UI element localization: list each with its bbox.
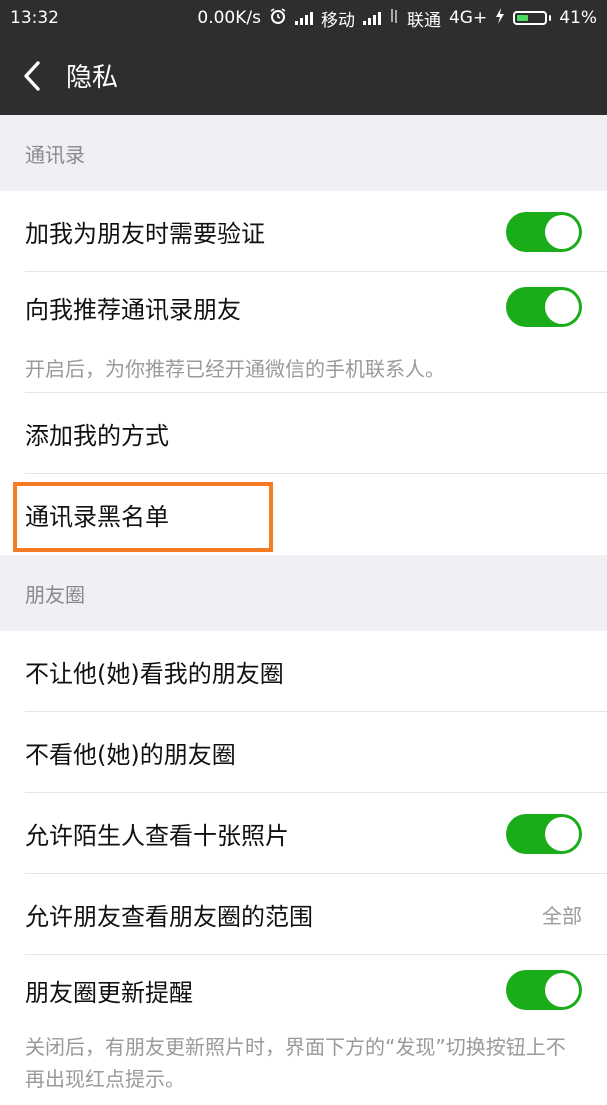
- data-transfer-icon: [389, 8, 399, 29]
- row-add-method[interactable]: 添加我的方式: [0, 393, 607, 474]
- row-hide-their-moments[interactable]: 不看他(她)的朋友圈: [0, 712, 607, 793]
- toggle-recommend-contacts[interactable]: [506, 287, 582, 327]
- alarm-icon: [269, 7, 287, 30]
- row-label: 允许朋友查看朋友圈的范围: [25, 903, 313, 931]
- network-type: 4G+: [448, 8, 488, 28]
- page-title: 隐私: [66, 63, 119, 93]
- app-bar: 隐私: [0, 36, 607, 115]
- carrier-2: 联通: [406, 10, 441, 31]
- row-value: 全部: [542, 904, 582, 928]
- battery-percent: 41%: [559, 8, 597, 28]
- status-bar: 13:32 0.00K/s 移动 联通 4G+ 41%: [0, 0, 607, 36]
- row-label: 通讯录黑名单: [25, 503, 169, 531]
- recommend-hint: 开启后，为你推荐已经开通微信的手机联系人。: [0, 342, 607, 393]
- row-stranger-ten-photos[interactable]: 允许陌生人查看十张照片: [0, 793, 607, 874]
- back-arrow-icon: [24, 60, 40, 91]
- network-speed: 0.00K/s: [197, 8, 261, 28]
- signal-icon: [362, 11, 381, 25]
- contacts-group: 加我为朋友时需要验证 向我推荐通讯录朋友 开启后，为你推荐已经开通微信的手机联系…: [0, 191, 607, 555]
- status-time: 13:32: [10, 8, 59, 28]
- hint-text: 开启后，为你推荐已经开通微信的手机联系人。: [25, 357, 445, 381]
- row-hide-my-moments[interactable]: 不让他(她)看我的朋友圈: [0, 631, 607, 712]
- moments-group: 不让他(她)看我的朋友圈 不看他(她)的朋友圈 允许陌生人查看十张照片 允许朋友…: [0, 631, 607, 1105]
- row-label: 不让他(她)看我的朋友圈: [25, 660, 284, 688]
- toggle-moments-update-reminder[interactable]: [506, 970, 582, 1010]
- battery-icon: [513, 11, 552, 25]
- section-label-contacts: 通讯录: [25, 142, 85, 167]
- toggle-verify-friend[interactable]: [506, 211, 582, 252]
- toggle-stranger-ten-photos[interactable]: [506, 813, 582, 854]
- row-label: 朋友圈更新提醒: [25, 978, 193, 1007]
- section-label-moments: 朋友圈: [25, 582, 85, 607]
- row-label: 向我推荐通讯录朋友: [25, 295, 241, 324]
- row-contacts-blacklist[interactable]: 通讯录黑名单: [0, 474, 607, 555]
- row-label: 不看他(她)的朋友圈: [25, 741, 236, 769]
- charging-icon: [495, 7, 505, 29]
- row-label: 加我为朋友时需要验证: [25, 220, 265, 248]
- status-right: 0.00K/s 移动 联通 4G+ 41%: [197, 6, 597, 31]
- carrier-1: 移动: [320, 10, 355, 31]
- row-label: 允许陌生人查看十张照片: [25, 822, 289, 850]
- back-button[interactable]: [0, 36, 64, 115]
- row-moments-range[interactable]: 允许朋友查看朋友圈的范围 全部: [0, 874, 607, 955]
- row-label: 添加我的方式: [25, 422, 169, 450]
- hint-text: 关闭后，有朋友更新照片时，界面下方的“发现”切换按钮上不再出现红点提示。: [25, 1035, 566, 1091]
- signal-icon: [294, 11, 313, 25]
- row-recommend-contacts[interactable]: 向我推荐通讯录朋友: [0, 272, 607, 342]
- moments-hint: 关闭后，有朋友更新照片时，界面下方的“发现”切换按钮上不再出现红点提示。: [0, 1025, 607, 1105]
- row-verify-friend[interactable]: 加我为朋友时需要验证: [0, 191, 607, 272]
- row-moments-update-reminder[interactable]: 朋友圈更新提醒: [0, 955, 607, 1025]
